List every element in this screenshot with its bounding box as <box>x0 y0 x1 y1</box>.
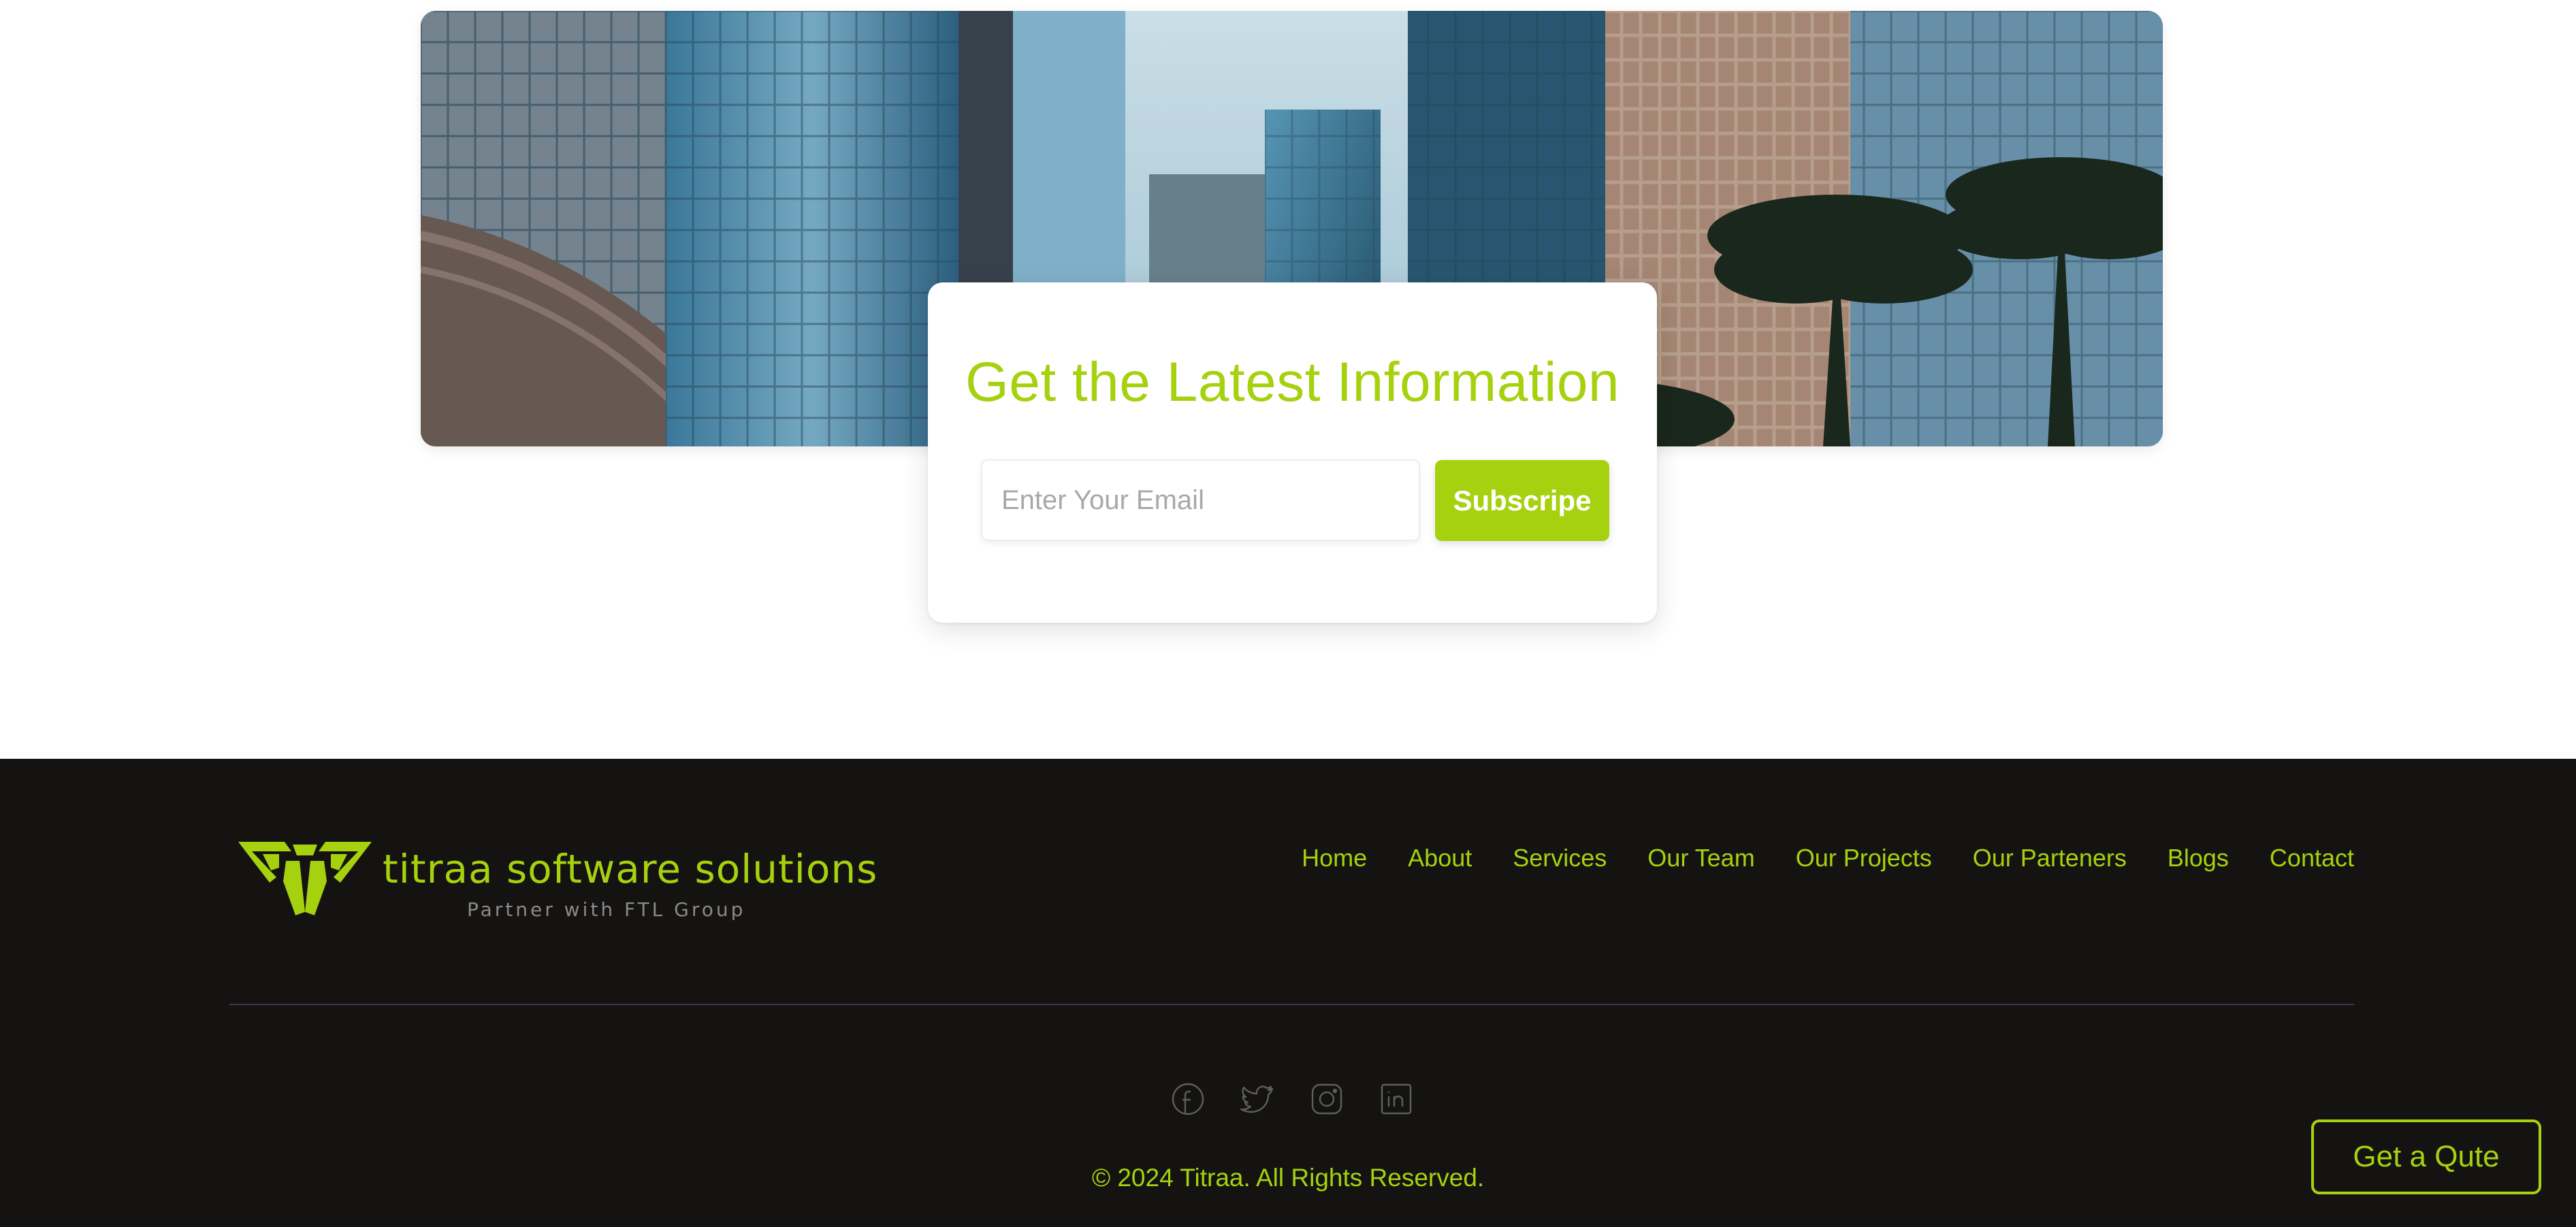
subscribe-button[interactable]: Subscripe <box>1435 460 1609 541</box>
copyright-text: © 2024 Titraa. All Rights Reserved. <box>1091 1164 1485 1192</box>
nav-link-our-team[interactable]: Our Team <box>1647 844 1754 872</box>
nav-link-home[interactable]: Home <box>1302 844 1367 872</box>
social-links <box>1171 1082 1413 1116</box>
nav-link-about[interactable]: About <box>1408 844 1472 872</box>
logo-tagline: Partner with FTL Group <box>467 898 746 921</box>
email-input[interactable] <box>981 459 1420 541</box>
logo-company-name: titraa software solutions <box>383 846 878 892</box>
instagram-icon[interactable] <box>1310 1082 1344 1116</box>
linkedin-icon[interactable] <box>1379 1082 1413 1116</box>
get-a-quote-button[interactable]: Get a Qute <box>2311 1119 2541 1194</box>
twitter-icon[interactable] <box>1240 1082 1274 1116</box>
nav-link-our-projects[interactable]: Our Projects <box>1796 844 1932 872</box>
footer-logo[interactable]: titraa software solutions Partner with F… <box>238 840 877 929</box>
footer <box>0 759 2576 1227</box>
facebook-icon[interactable] <box>1171 1082 1205 1116</box>
nav-link-our-parteners[interactable]: Our Parteners <box>1973 844 2127 872</box>
newsletter-card: Get the Latest Information Subscripe <box>928 282 1657 623</box>
titraa-logo-icon <box>238 842 372 915</box>
nav-link-contact[interactable]: Contact <box>2270 844 2354 872</box>
footer-divider <box>229 1004 2354 1005</box>
footer-nav: Home About Services Our Team Our Project… <box>1302 844 2354 872</box>
newsletter-title: Get the Latest Information <box>965 351 1620 413</box>
nav-link-services[interactable]: Services <box>1513 844 1607 872</box>
nav-link-blogs[interactable]: Blogs <box>2168 844 2229 872</box>
